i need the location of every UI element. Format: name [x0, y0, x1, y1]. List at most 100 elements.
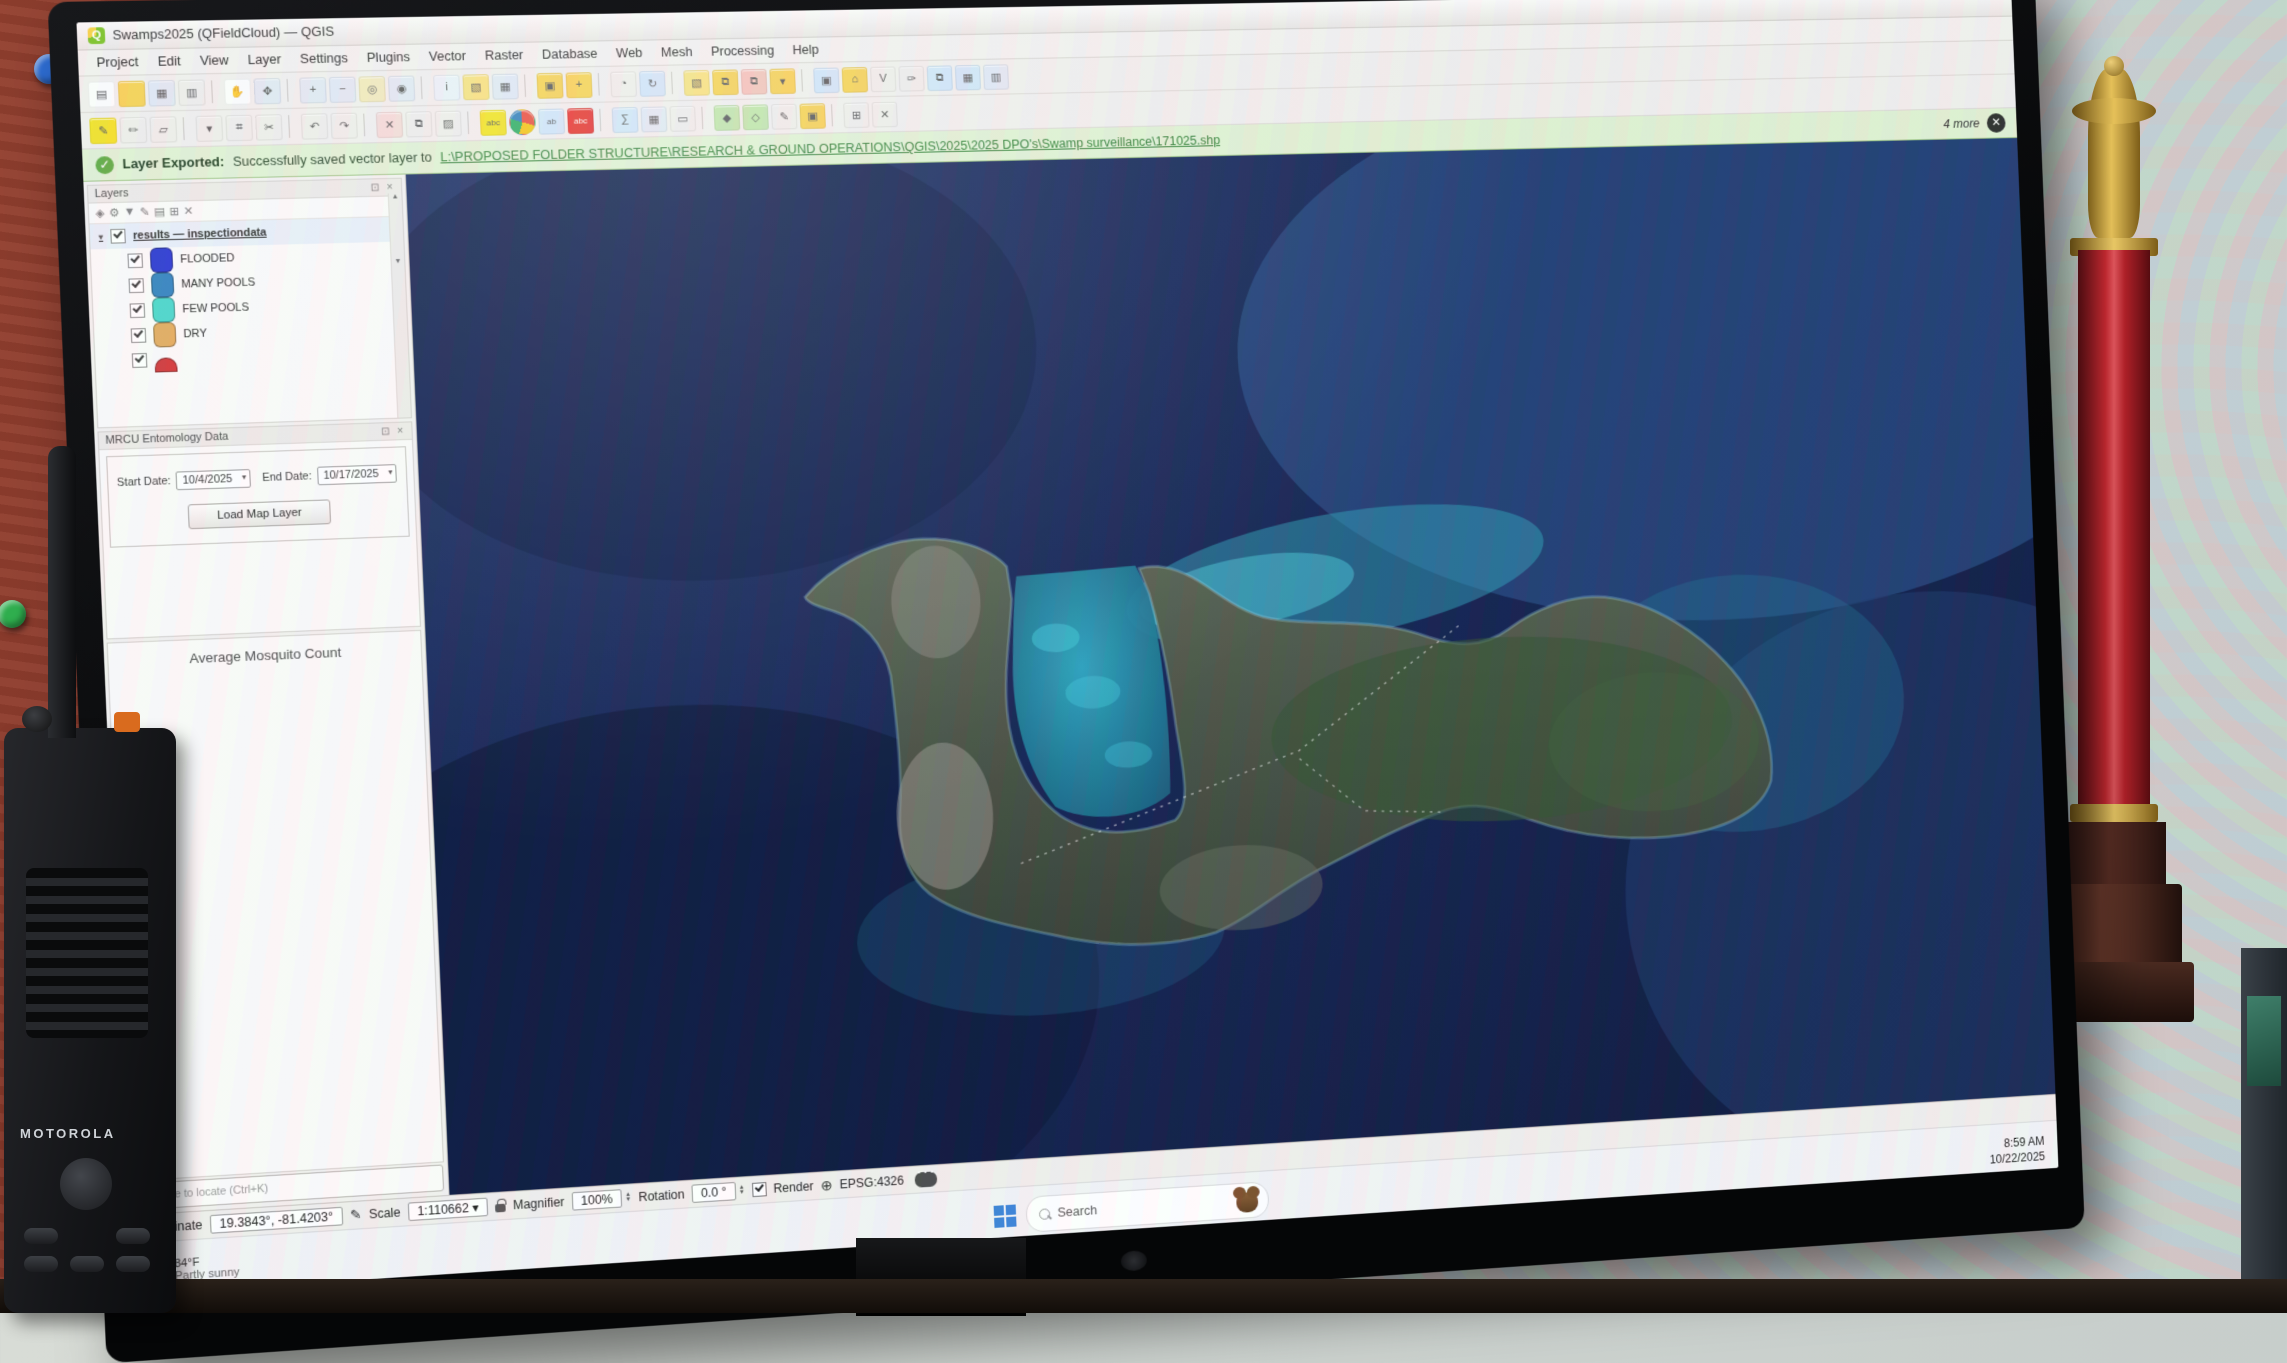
toolbar-icon[interactable]: ▣: [813, 67, 839, 93]
toolbar-icon[interactable]: ▦: [641, 106, 668, 132]
magnifier-input[interactable]: 100%: [571, 1189, 622, 1211]
messages-bubble-icon[interactable]: [915, 1171, 938, 1187]
toolbar-icon[interactable]: ⧉: [405, 111, 432, 137]
menu-item-web[interactable]: Web: [606, 44, 652, 63]
toolbar-icon[interactable]: V: [870, 66, 896, 92]
layers-toolbar-icon[interactable]: ⊞: [169, 205, 179, 219]
start-button[interactable]: [993, 1205, 1016, 1228]
menu-item-help[interactable]: Help: [783, 40, 828, 59]
layers-toolbar-icon[interactable]: ◈: [95, 206, 105, 220]
toolbar-icon[interactable]: ◔: [610, 71, 637, 97]
menu-item-settings[interactable]: Settings: [290, 49, 358, 69]
toolbar-icon[interactable]: ▥: [178, 79, 206, 105]
toolbar-icon[interactable]: ✥: [254, 78, 282, 104]
rotation-input[interactable]: 0.0 °: [691, 1182, 736, 1203]
toolbar-icon[interactable]: ▣: [799, 103, 826, 129]
render-checkbox[interactable]: [752, 1182, 767, 1197]
toolbar-icon[interactable]: ▦: [955, 64, 981, 90]
menu-item-edit[interactable]: Edit: [148, 52, 191, 71]
menu-item-processing[interactable]: Processing: [701, 41, 783, 61]
layers-toolbar-icon[interactable]: ✎: [140, 205, 150, 219]
toolbar-icon[interactable]: ◉: [388, 75, 415, 101]
toolbar-icon[interactable]: i: [433, 74, 460, 100]
toolbar-icon[interactable]: ✂: [255, 114, 283, 140]
toolbar-icon[interactable]: abc: [480, 109, 507, 135]
menu-item-mesh[interactable]: Mesh: [651, 43, 702, 62]
more-messages-link[interactable]: 4 more: [1943, 117, 1980, 131]
toolbar-icon[interactable]: [118, 80, 146, 107]
toolbar-icon[interactable]: ◆: [714, 104, 741, 130]
layers-toolbar-icon[interactable]: ▼: [124, 206, 136, 220]
toolbar-icon[interactable]: ✕: [376, 111, 403, 137]
pen-icon[interactable]: ✎: [350, 1207, 362, 1224]
layer-checkbox[interactable]: [132, 353, 148, 368]
toolbar-icon[interactable]: ⧉: [927, 65, 953, 91]
toolbar-icon[interactable]: ⧉: [712, 69, 739, 95]
toolbar-icon[interactable]: ◇: [742, 104, 769, 130]
end-date-combo[interactable]: 10/17/2025: [317, 464, 398, 485]
toolbar-icon[interactable]: ▦: [148, 80, 176, 106]
scale-combo[interactable]: 1:110662 ▾: [407, 1198, 488, 1222]
magnifier-spinner[interactable]: ▲▼: [625, 1193, 632, 1204]
toolbar-icon[interactable]: abc: [567, 107, 594, 133]
toolbar-icon[interactable]: ✋: [224, 78, 252, 104]
layer-checkbox[interactable]: [127, 253, 143, 268]
layer-checkbox[interactable]: [130, 303, 146, 318]
toolbar-icon[interactable]: ✎: [89, 117, 117, 144]
toolbar-icon[interactable]: ✕: [872, 101, 898, 127]
menu-item-plugins[interactable]: Plugins: [357, 48, 420, 68]
menu-item-raster[interactable]: Raster: [475, 46, 533, 65]
toolbar-icon[interactable]: ◎: [358, 76, 385, 102]
toolbar-icon[interactable]: ab: [538, 108, 565, 134]
toolbar-icon[interactable]: ▱: [149, 116, 177, 143]
layers-toolbar-icon[interactable]: ⚙: [109, 206, 120, 220]
panel-dock-buttons[interactable]: ⊡ ×: [370, 181, 395, 193]
toolbar-icon[interactable]: ↷: [330, 112, 358, 138]
layer-checkbox[interactable]: [110, 229, 126, 244]
taskbar-clock[interactable]: 8:59 AM 10/22/2025: [1989, 1133, 2046, 1168]
taskbar-search[interactable]: Search: [1025, 1181, 1269, 1233]
layers-toolbar-icon[interactable]: ✕: [183, 204, 193, 218]
toolbar-icon[interactable]: ▧: [683, 69, 710, 95]
layer-checkbox[interactable]: [128, 278, 144, 293]
globe-icon: ⊕: [820, 1176, 833, 1194]
toolbar-icon[interactable]: ∑: [612, 107, 639, 133]
epsg-button[interactable]: EPSG:4326: [839, 1173, 904, 1191]
toolbar-icon[interactable]: ▧: [462, 74, 489, 100]
toolbar-icon[interactable]: ▾: [769, 68, 796, 94]
layer-checkbox[interactable]: [131, 328, 147, 343]
toolbar-icon[interactable]: ⊞: [843, 102, 869, 128]
toolbar-icon[interactable]: ↻: [639, 70, 666, 96]
toolbar-icon[interactable]: ▣: [536, 72, 563, 98]
layers-toolbar-icon[interactable]: ▤: [154, 205, 166, 219]
menu-item-view[interactable]: View: [190, 51, 239, 71]
toolbar-icon[interactable]: ⌂: [842, 67, 868, 93]
menu-item-layer[interactable]: Layer: [238, 50, 291, 70]
toolbar-icon[interactable]: ▥: [983, 64, 1009, 90]
toolbar-icon[interactable]: ▨: [435, 110, 462, 136]
toolbar-icon[interactable]: ✑: [898, 65, 924, 91]
toolbar-icon[interactable]: ↶: [301, 113, 329, 139]
toolbar-icon[interactable]: +: [299, 77, 327, 103]
toolbar-icon[interactable]: ✏: [119, 116, 147, 143]
toolbar-icon[interactable]: ⌗: [225, 114, 253, 140]
rotation-spinner[interactable]: ▲▼: [739, 1185, 746, 1196]
menu-item-project[interactable]: Project: [86, 52, 148, 72]
lock-icon[interactable]: [495, 1204, 506, 1213]
menu-item-database[interactable]: Database: [532, 44, 607, 64]
toolbar-icon[interactable]: ▭: [669, 105, 696, 131]
toolbar-icon[interactable]: ▦: [492, 73, 519, 99]
menu-item-vector[interactable]: Vector: [419, 47, 476, 66]
load-map-layer-button[interactable]: Load Map Layer: [188, 499, 331, 529]
toolbar-icon[interactable]: ▤: [88, 81, 116, 108]
toolbar-icon[interactable]: ▾: [195, 115, 223, 141]
message-close-button[interactable]: ✕: [1987, 113, 2006, 133]
toolbar-icon[interactable]: +: [566, 72, 593, 98]
toolbar-icon[interactable]: ✎: [771, 103, 798, 129]
toolbar-icon[interactable]: ⧉: [741, 68, 768, 94]
start-date-combo[interactable]: 10/4/2025: [176, 469, 251, 490]
panel-dock-buttons[interactable]: ⊡ ×: [381, 425, 406, 437]
map-canvas[interactable]: [406, 138, 2057, 1195]
toolbar-icon[interactable]: [509, 109, 536, 135]
toolbar-icon[interactable]: −: [329, 76, 357, 102]
